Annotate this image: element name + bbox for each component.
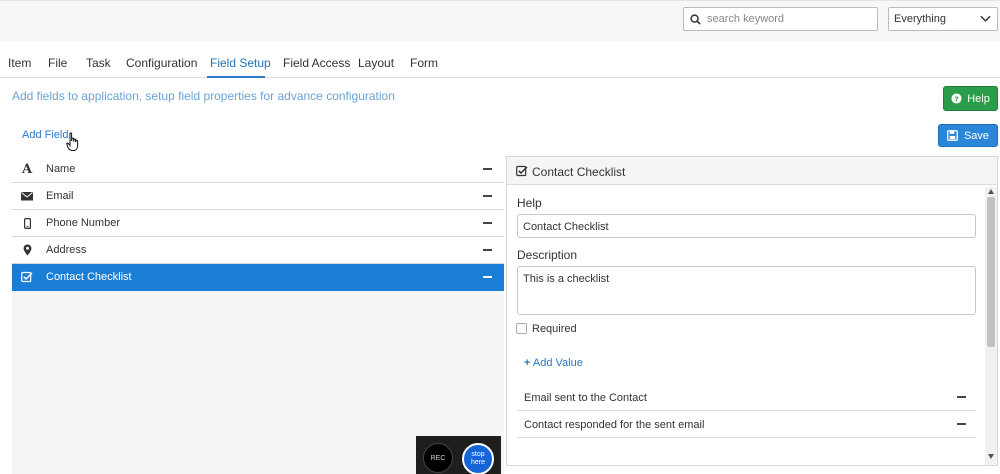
- value-label: Email sent to the Contact: [524, 392, 647, 404]
- tab-file[interactable]: File: [48, 56, 67, 70]
- add-value-label: Add Value: [532, 357, 583, 369]
- field-label: Phone Number: [46, 217, 120, 229]
- save-button[interactable]: Save: [938, 124, 998, 147]
- field-label: Email: [46, 190, 74, 202]
- search-icon: [690, 13, 701, 25]
- remove-field-icon[interactable]: [483, 276, 492, 278]
- tab-field-setup[interactable]: Field Setup: [210, 56, 271, 70]
- help-button[interactable]: ? Help: [943, 86, 998, 111]
- remove-field-icon[interactable]: [483, 195, 492, 197]
- mobile-icon: [20, 216, 34, 230]
- field-row-name[interactable]: A Name: [12, 156, 504, 183]
- field-row-address[interactable]: Address: [12, 237, 504, 264]
- remove-value-icon[interactable]: [957, 396, 966, 398]
- tab-task[interactable]: Task: [86, 56, 111, 70]
- help-button-label: Help: [967, 92, 990, 105]
- add-field-link[interactable]: Add Field: [22, 129, 68, 141]
- envelope-icon: [20, 189, 34, 203]
- svg-text:?: ?: [955, 94, 959, 103]
- required-checkbox[interactable]: [516, 323, 527, 334]
- field-row-phone-number[interactable]: Phone Number: [12, 210, 504, 237]
- field-row-email[interactable]: Email: [12, 183, 504, 210]
- required-label: Required: [532, 323, 577, 335]
- remove-field-icon[interactable]: [483, 168, 492, 170]
- value-row[interactable]: Email sent to the Contact: [517, 384, 976, 411]
- panel-header: Contact Checklist: [507, 157, 997, 185]
- field-label: Address: [46, 244, 87, 256]
- tab-layout[interactable]: Layout: [358, 56, 394, 70]
- field-list: A Name Email Phone Number Address Contac…: [12, 156, 504, 474]
- field-label: Name: [46, 163, 76, 175]
- page-description: Add fields to application, setup field p…: [12, 89, 395, 103]
- description-label: Description: [517, 248, 578, 262]
- map-marker-icon: [20, 243, 34, 257]
- search-box[interactable]: [683, 7, 878, 31]
- screen-recorder-bar: REC stop here: [416, 436, 501, 474]
- field-label: Contact Checklist: [46, 271, 132, 283]
- checkbox-icon: [516, 165, 528, 177]
- panel-title: Contact Checklist: [532, 165, 626, 179]
- field-row-contact-checklist[interactable]: Contact Checklist: [12, 264, 504, 291]
- chevron-down-icon: [980, 15, 991, 22]
- record-button[interactable]: REC: [423, 443, 453, 473]
- remove-field-icon[interactable]: [483, 249, 492, 251]
- value-row[interactable]: Contact responded for the sent email: [517, 411, 976, 438]
- field-properties-panel: Contact Checklist Help Contact Checklist…: [506, 156, 998, 466]
- tab-form[interactable]: Form: [410, 56, 438, 70]
- question-circle-icon: ?: [951, 93, 962, 104]
- panel-scrollbar[interactable]: [985, 187, 997, 465]
- tab-configuration[interactable]: Configuration: [126, 56, 197, 70]
- save-button-label: Save: [963, 129, 990, 142]
- tab-item[interactable]: Item: [8, 56, 31, 70]
- plus-icon: +: [524, 357, 531, 369]
- description-textarea[interactable]: This is a checklist: [517, 266, 976, 315]
- search-input[interactable]: [707, 13, 867, 25]
- top-bar: Everything: [0, 0, 1000, 42]
- help-label: Help: [517, 196, 542, 210]
- scope-select[interactable]: Everything: [888, 7, 998, 31]
- stop-recording-button[interactable]: stop here: [462, 443, 494, 474]
- scroll-down-arrow-icon[interactable]: [988, 454, 994, 459]
- scroll-up-arrow-icon[interactable]: [988, 189, 994, 194]
- remove-value-icon[interactable]: [957, 423, 966, 425]
- font-icon: A: [21, 161, 33, 177]
- tab-bar: Item File Task Configuration Field Setup…: [0, 42, 1000, 78]
- active-tab-indicator: [207, 76, 265, 78]
- hand-pointer-icon: [66, 132, 79, 151]
- help-input[interactable]: Contact Checklist: [517, 214, 976, 238]
- scroll-thumb[interactable]: [987, 197, 995, 347]
- floppy-disk-icon: [947, 130, 958, 141]
- tab-field-access[interactable]: Field Access: [283, 56, 350, 70]
- add-value-link[interactable]: + Add Value: [524, 357, 583, 369]
- scope-select-value: Everything: [894, 13, 946, 25]
- value-label: Contact responded for the sent email: [524, 419, 705, 431]
- checkbox-icon: [20, 270, 34, 284]
- remove-field-icon[interactable]: [483, 222, 492, 224]
